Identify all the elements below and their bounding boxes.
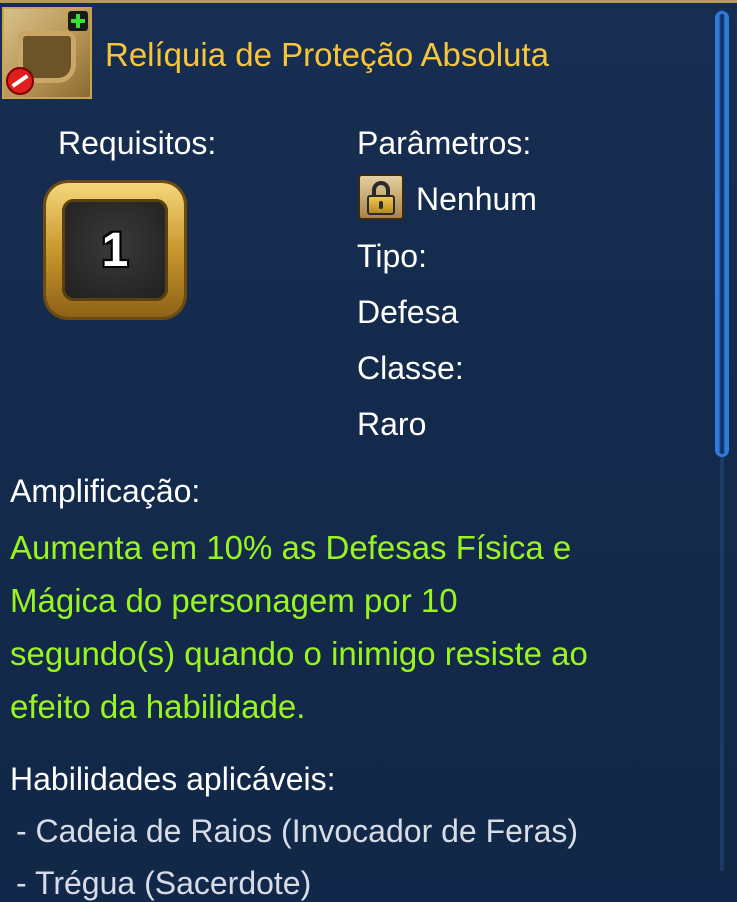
relic-icon: [2, 7, 92, 99]
no-entry-icon: [6, 67, 34, 95]
class-label: Classe:: [357, 350, 464, 386]
parameters-label: Parâmetros:: [357, 125, 532, 161]
skill-item: - Cadeia de Raios (Invocador de Feras): [16, 813, 579, 849]
lock-icon: [358, 174, 404, 220]
applicable-skills-label: Habilidades aplicáveis:: [10, 761, 336, 797]
plus-icon: [68, 11, 88, 31]
skill-item: - Trégua (Sacerdote): [16, 865, 312, 901]
item-name: Relíquia de Proteção Absoluta: [105, 36, 549, 73]
requirements-label: Requisitos:: [58, 125, 217, 161]
amplification-effect: Aumenta em 10% as Defesas Física e Mágic…: [10, 521, 700, 733]
class-value: Raro: [357, 406, 427, 442]
effect-line: efeito da habilidade.: [10, 688, 306, 725]
lock-body: [367, 195, 395, 215]
item-tooltip-panel: Relíquia de Proteção Absoluta Requisitos…: [0, 0, 737, 901]
level-badge: 1: [46, 183, 184, 317]
level-badge-inner: 1: [62, 199, 168, 301]
type-label: Tipo:: [357, 238, 427, 274]
parameters-value: Nenhum: [416, 181, 537, 217]
effect-line: Aumenta em 10% as Defesas Física e: [10, 529, 572, 566]
effect-line: segundo(s) quando o inimigo resiste ao: [10, 635, 588, 672]
scrollbar[interactable]: [715, 9, 729, 871]
amplification-label: Amplificação:: [10, 473, 201, 509]
scrollbar-thumb[interactable]: [715, 11, 729, 457]
required-level: 1: [101, 223, 129, 277]
type-value: Defesa: [357, 294, 459, 330]
effect-line: Mágica do personagem por 10: [10, 582, 458, 619]
